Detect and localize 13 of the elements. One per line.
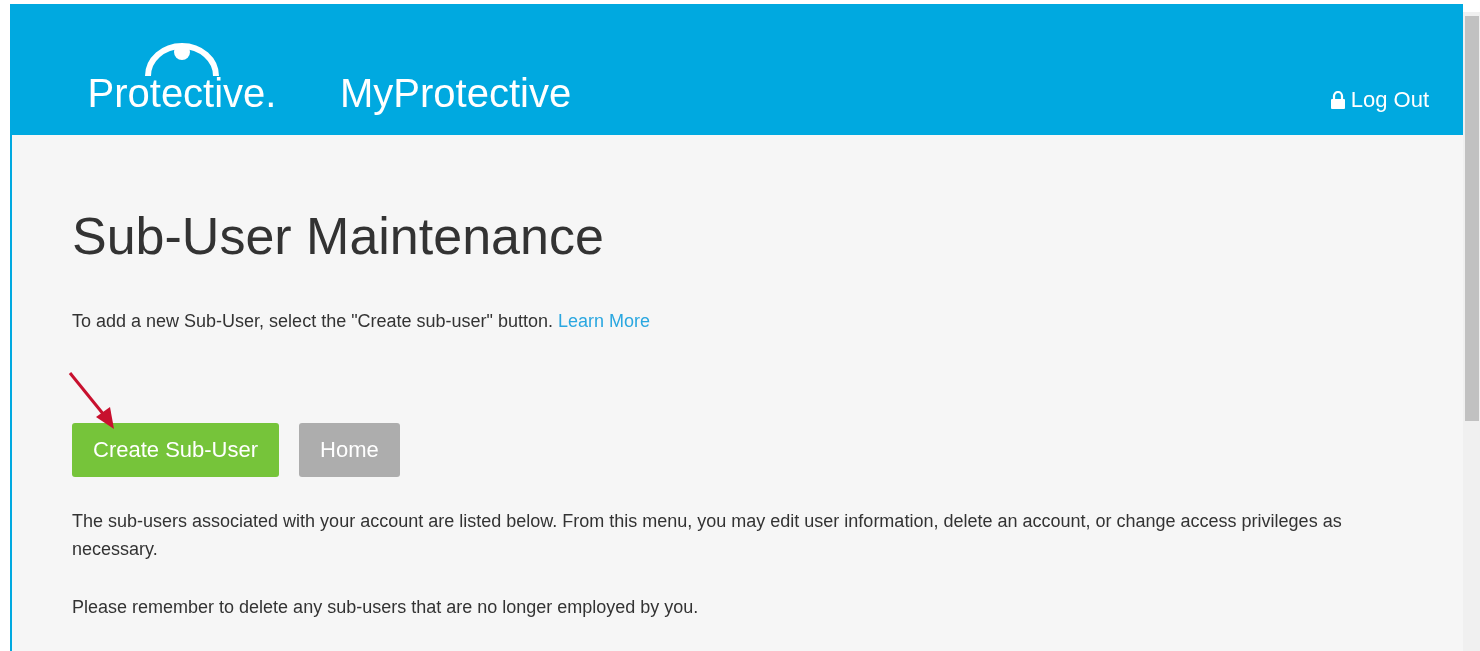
home-button[interactable]: Home	[299, 423, 400, 477]
info-text: Please remember to delete any sub-users that are no longer employed by you.	[72, 596, 700, 619]
create-button[interactable]: Create Sub-User	[72, 423, 280, 477]
intro-text: To add a new Sub-User, select the "Create sub-user" button. Learn More	[72, 310, 652, 333]
logo-arc-icon	[144, 42, 220, 77]
logout-link[interactable]: Log Out	[1330, 86, 1429, 113]
lock-icon	[1330, 90, 1345, 109]
logo-text: Protective.	[87, 72, 277, 113]
page-title: Sub-User Maintenance	[72, 205, 605, 267]
learn-more-link[interactable]: Learn More	[558, 311, 651, 331]
scrollbar[interactable]	[1463, 12, 1480, 651]
app-name: MyProtective	[340, 72, 572, 113]
info-text: The sub-users associated with your account are listed below. From this menu, you may edit user information, delete an account, or change access privileges as necessary.	[72, 510, 1343, 561]
